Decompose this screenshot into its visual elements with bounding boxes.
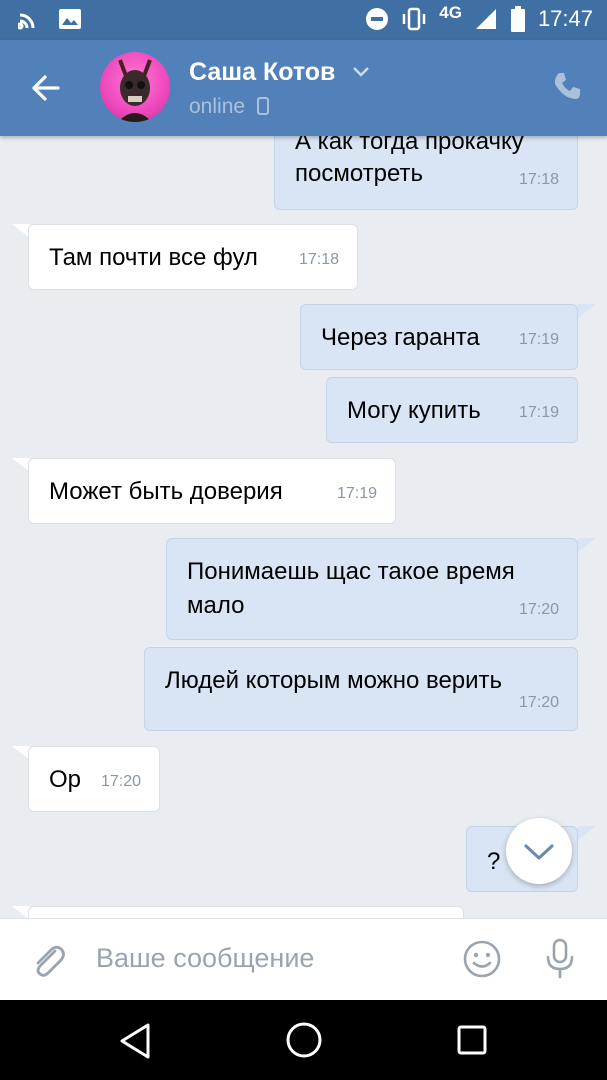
nav-back-icon[interactable] <box>118 1022 152 1060</box>
bubble-tail <box>578 826 596 840</box>
message-time: 17:20 <box>518 601 559 618</box>
scroll-to-bottom-button[interactable] <box>506 818 572 884</box>
message-incoming[interactable]: Может быть доверия 17:19 <box>28 458 396 524</box>
signal-icon <box>475 9 496 29</box>
message-time: 17:19 <box>518 404 559 421</box>
message-time: 17:20 <box>518 694 559 711</box>
network-type: 4G <box>439 3 462 22</box>
nav-home-icon[interactable] <box>284 1020 324 1060</box>
message-composer: Ваше сообщение <box>0 918 607 1000</box>
paperclip-icon[interactable] <box>28 941 68 981</box>
message-time: 17:18 <box>518 171 559 188</box>
message-time: 17:18 <box>298 251 339 268</box>
do-not-disturb-icon <box>366 8 389 30</box>
message-incoming[interactable] <box>28 906 464 918</box>
message-list[interactable]: А как тогда прокачку посмотреть 17:18 Та… <box>0 136 607 918</box>
message-incoming[interactable]: Там почти все фул 17:18 <box>28 224 358 290</box>
bubble-tail <box>578 304 596 318</box>
microphone-icon[interactable] <box>540 937 580 981</box>
message-outgoing[interactable]: Через гаранта 17:19 <box>300 304 578 370</box>
message-text: Могу купить <box>347 397 481 424</box>
image-icon <box>59 9 81 29</box>
message-outgoing[interactable]: Людей которым можно верить 17:20 <box>144 647 578 731</box>
battery-icon <box>510 6 525 32</box>
status-bar: 4G 17:47 <box>0 0 607 40</box>
message-outgoing[interactable]: Понимаешь щас такое время мало 17:20 <box>166 538 578 640</box>
status-text: online <box>189 95 246 118</box>
message-text: Через гаранта <box>321 324 480 351</box>
contact-status: online <box>189 95 269 119</box>
message-input[interactable]: Ваше сообщение <box>96 943 314 974</box>
nav-recent-apps-icon[interactable] <box>456 1024 488 1056</box>
message-text: мало <box>187 592 245 619</box>
chat-header: Саша Котов online <box>0 40 607 136</box>
message-text: А как тогда прокачку <box>295 136 524 155</box>
skull-devil-avatar-icon <box>118 59 152 122</box>
vibrate-icon <box>403 7 426 31</box>
message-incoming[interactable]: Ор 17:20 <box>28 746 160 812</box>
mobile-icon <box>256 97 269 115</box>
message-text: Там почти все фул <box>49 244 258 271</box>
message-outgoing[interactable]: А как тогда прокачку посмотреть 17:18 <box>274 136 578 210</box>
message-outgoing[interactable]: Могу купить 17:19 <box>326 377 578 443</box>
chevron-down-icon <box>524 844 554 860</box>
avatar[interactable] <box>100 52 170 122</box>
chevron-down-icon[interactable] <box>352 66 370 78</box>
message-time: 17:19 <box>336 485 377 502</box>
smile-icon[interactable] <box>462 939 502 979</box>
message-time: 17:20 <box>100 773 141 790</box>
phone-icon[interactable] <box>551 70 583 102</box>
message-text: посмотреть <box>295 160 424 187</box>
cast-icon <box>18 13 35 30</box>
message-text: Может быть доверия <box>49 478 283 505</box>
message-text: Понимаешь щас такое время <box>187 558 515 585</box>
message-text: ? <box>487 848 501 875</box>
message-text: Ор <box>49 766 82 793</box>
bubble-tail <box>578 538 596 552</box>
system-navigation-bar <box>0 1000 607 1080</box>
contact-name[interactable]: Саша Котов <box>189 58 335 87</box>
clock: 17:47 <box>537 6 593 31</box>
message-text: Людей которым можно верить <box>165 667 503 694</box>
message-time: 17:19 <box>518 331 559 348</box>
arrow-left-icon[interactable] <box>26 68 66 108</box>
